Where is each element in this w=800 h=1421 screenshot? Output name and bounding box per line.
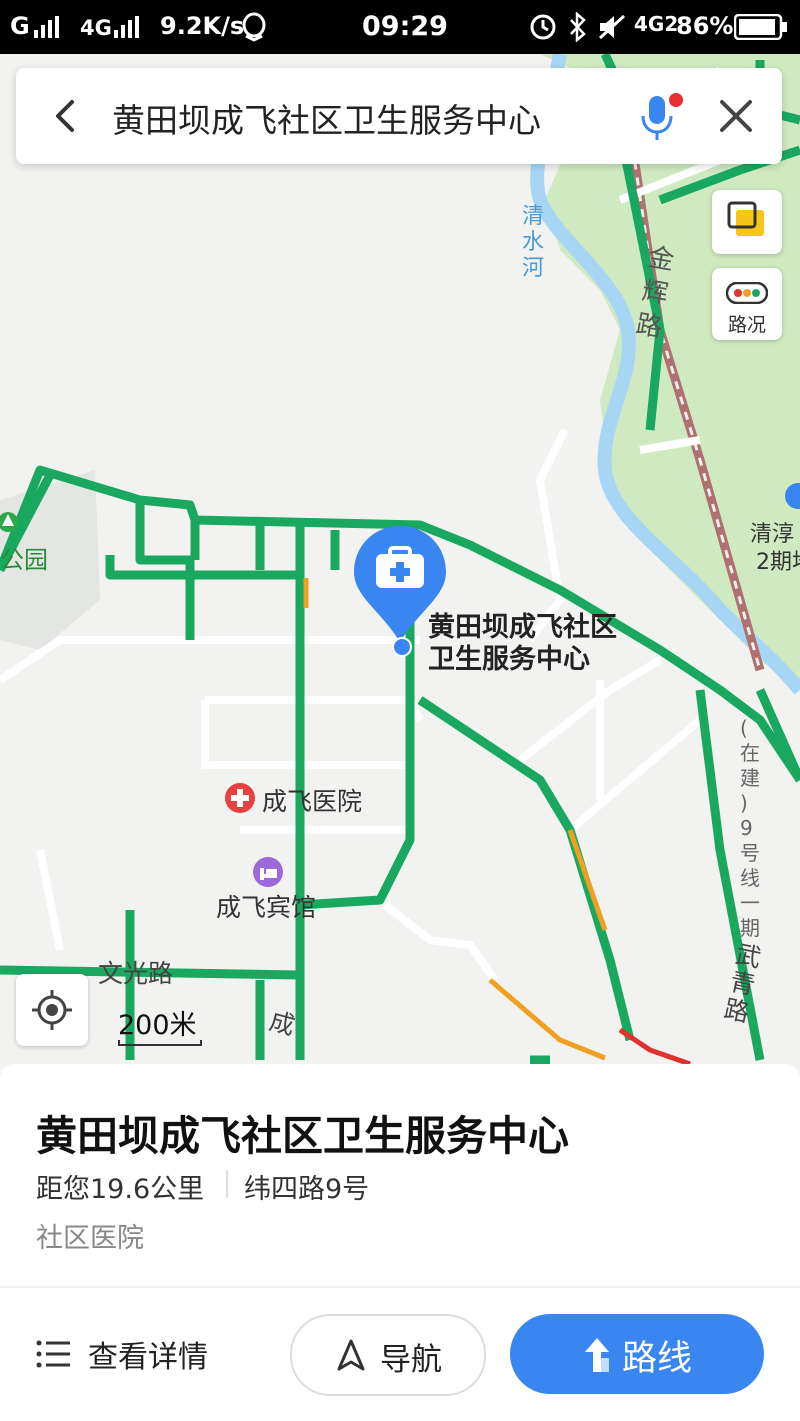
poi-info-divider [226,1170,228,1198]
navigate-label: 导航 [380,1342,442,1378]
alarm-icon [530,14,556,40]
bluetooth-icon [570,12,586,42]
location-dot [392,637,412,657]
route-label: 路线 [622,1339,693,1379]
hotel-label[interactable]: 成飞宾馆 [216,888,316,924]
search-bar[interactable]: 黄田坝成飞社区卫生服务中心 [16,68,782,164]
navigate-button[interactable]: 导航 [290,1314,486,1396]
traffic-slow-3 [488,978,606,1061]
list-icon [36,1340,70,1368]
route-arrow-icon [585,1338,609,1372]
panel-divider [0,1286,800,1288]
hospital-icon[interactable] [224,782,256,814]
map-scale-label: 200米 [118,1010,197,1041]
hospital-label[interactable]: 成飞医院 [262,782,362,818]
traffic-jam-1 [618,1027,691,1064]
network-4g-label: 4G [80,16,112,40]
view-details-label: 查看详情 [88,1340,208,1375]
locate-crosshair-icon [32,990,72,1030]
layers-button[interactable] [712,190,782,254]
poi-address: 纬四路9号 [244,1174,370,1205]
traffic-button[interactable]: 路况 [712,268,782,340]
notification-icon [242,12,266,42]
status-bar: G 4G 9.2K/s 09:29 4G2 86% [0,0,800,54]
wenguang-road-label: 文光路 [98,959,174,988]
poi-title: 黄田坝成飞社区卫生服务中心 [36,1112,569,1160]
qingshui-river-label: 清水河 [522,204,545,281]
metro-line9-label: (在建 ) 9 号 线一期 [740,716,760,940]
search-query[interactable]: 黄田坝成飞社区卫生服务中心 [112,94,541,142]
phase2-label: 2期地 [756,550,800,575]
poi-detail-panel[interactable]: 黄田坝成飞社区卫生服务中心 距您19.6公里 纬四路9号 社区医院 查看详情 导… [0,1064,800,1421]
traffic-slow-2 [567,829,608,931]
clock: 09:29 [362,11,448,42]
layers-icon [727,201,764,236]
battery-percent: 86% [676,12,734,40]
close-icon[interactable] [716,96,756,136]
navigation-arrow-icon [337,1339,365,1371]
route-button[interactable]: 路线 [510,1314,764,1394]
microphone-icon[interactable] [634,92,684,142]
traffic-light-icon [726,282,768,304]
map-canvas[interactable]: 清水河 金辉路 公园 清淳 2期地 黄田坝成飞社区卫生服务中心 成飞医院 成飞宾… [0,54,800,1064]
net-speed: 9.2K/s [160,12,245,40]
poi-distance: 距您19.6公里 [36,1174,205,1205]
view-details-button[interactable]: 查看详情 [30,1314,260,1394]
traffic-label: 路况 [727,314,766,336]
signal-icon [34,16,59,38]
metro-icon [785,483,800,509]
hotel-icon[interactable] [252,856,284,888]
locate-button[interactable] [16,974,88,1046]
park-icon [0,512,18,532]
map-scale-bar [118,1040,202,1046]
park-label: 公园 [0,546,48,574]
poi-category: 社区医院 [36,1223,144,1254]
network-4g2-label: 4G2 [634,12,679,36]
selected-poi-label: 黄田坝成飞社区 卫生服务中心 [428,612,617,675]
chevron-left-icon[interactable] [46,96,86,136]
mute-icon [598,14,626,40]
battery-icon [734,14,787,40]
signal-icon-2 [114,16,139,38]
carrier-label: G [10,12,30,40]
